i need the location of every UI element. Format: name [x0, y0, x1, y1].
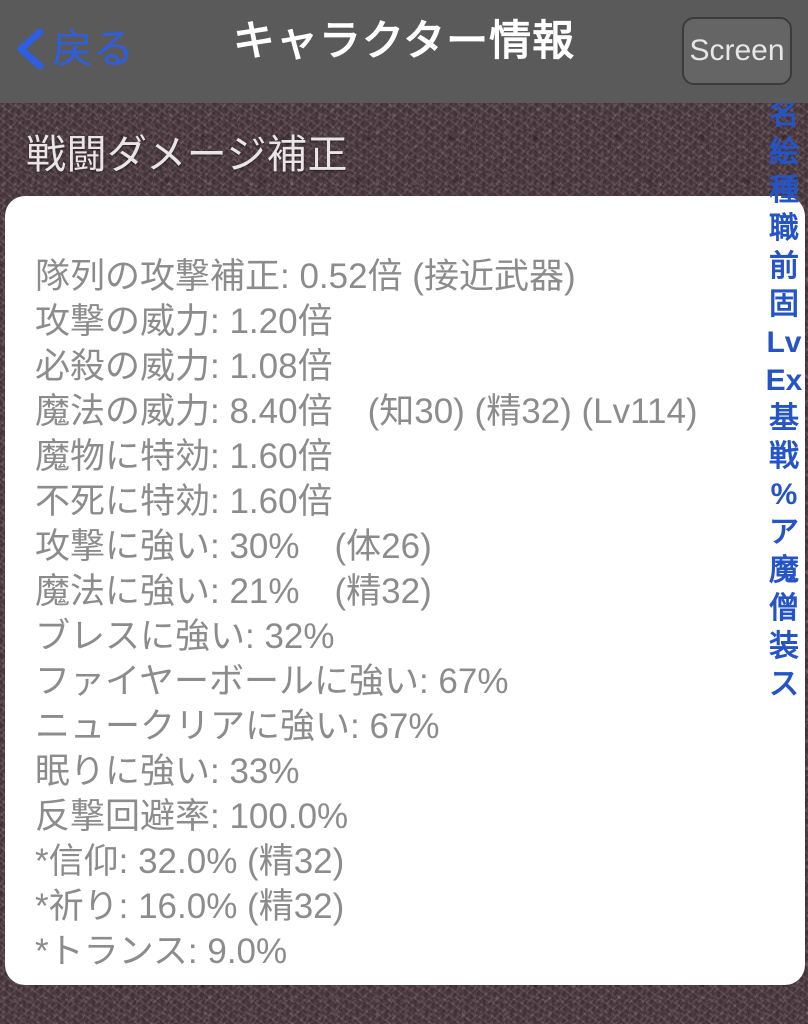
index-item[interactable]: % [762, 476, 806, 514]
index-item[interactable]: 固 [762, 286, 806, 324]
navigation-bar: 戻る キャラクター情報 Screen [0, 0, 808, 103]
screen-button[interactable]: Screen [682, 17, 792, 85]
index-item[interactable]: 職 [762, 210, 806, 248]
section-index-strip[interactable]: 名絵種職前固 Lv Ex 基戦% ア魔僧装ス [760, 96, 808, 704]
stat-line: 隊列の攻撃補正: 0.52倍 (接近武器) [35, 257, 576, 296]
stat-line: *トランス: 9.0% [35, 932, 288, 971]
stat-line: ニュークリアに強い: 67% [35, 707, 440, 746]
index-item[interactable]: 装 [762, 628, 806, 666]
index-item[interactable]: 前 [762, 248, 806, 286]
app-screen: 戻る キャラクター情報 Screen 戦闘ダメージ補正 隊列の攻撃補正: 0.5… [0, 0, 808, 1024]
stat-line: 攻撃に強い: 30% (体26) [35, 527, 432, 566]
stat-line: 魔法に強い: 21% (精32) [35, 572, 432, 611]
index-item[interactable]: 絵 [762, 134, 806, 172]
stat-line: 反撃回避率: 100.0% [35, 797, 349, 836]
stats-list: 隊列の攻撃補正: 0.52倍 (接近武器) 攻撃の威力: 1.20倍 必殺の威力: … [35, 254, 743, 974]
stat-line: 眠りに強い: 33% [35, 752, 300, 791]
index-item[interactable]: 戦 [762, 438, 806, 476]
stat-line: 攻撃の威力: 1.20倍 [35, 302, 333, 341]
stat-line: 魔法の威力: 8.40倍 (知30) (精32) (Lv114) [35, 392, 698, 431]
index-item[interactable]: 種 [762, 172, 806, 210]
index-item[interactable]: 僧 [762, 590, 806, 628]
section-heading: 戦闘ダメージ補正 [26, 133, 348, 177]
index-item[interactable]: ス [762, 666, 806, 704]
stat-line: ブレスに強い: 32% [35, 617, 335, 656]
index-item[interactable]: 魔 [762, 552, 806, 590]
index-item[interactable]: Lv [762, 324, 806, 362]
stat-line: *祈り: 16.0% (精32) [35, 887, 345, 926]
stat-line: 魔物に特効: 1.60倍 [35, 437, 333, 476]
stats-card: 隊列の攻撃補正: 0.52倍 (接近武器) 攻撃の威力: 1.20倍 必殺の威力: … [5, 196, 805, 985]
stat-line: 必殺の威力: 1.08倍 [35, 347, 333, 386]
index-item[interactable]: ア [762, 514, 806, 552]
stat-line: 不死に特効: 1.60倍 [35, 482, 333, 521]
stat-line: *信仰: 32.0% (精32) [35, 842, 345, 881]
index-item[interactable]: Ex [762, 362, 806, 400]
stat-line: ファイヤーボールに強い: 67% [35, 662, 509, 701]
index-item[interactable]: 基 [762, 400, 806, 438]
